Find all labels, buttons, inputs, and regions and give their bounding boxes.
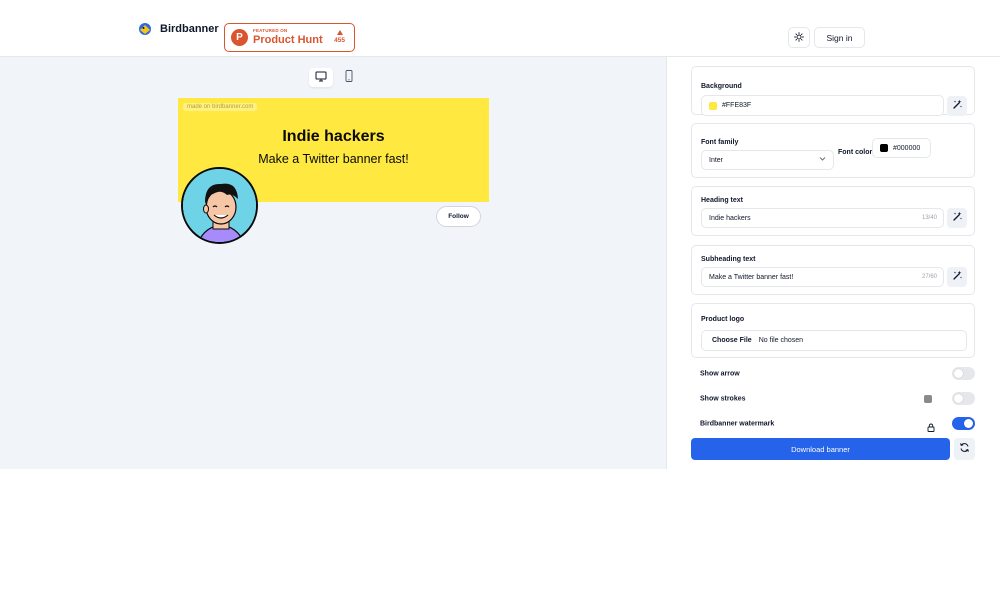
stroke-color-swatch[interactable]	[924, 395, 932, 403]
watermark-label: Birdbanner watermark	[700, 420, 775, 428]
show-arrow-switch[interactable]	[952, 367, 975, 380]
show-strokes-switch[interactable]	[952, 392, 975, 405]
sun-icon	[794, 29, 804, 47]
watermark-switch[interactable]	[952, 417, 975, 430]
desktop-icon	[315, 69, 327, 87]
subheading-text-counter: 27/60	[921, 274, 937, 280]
follow-button[interactable]: Follow	[436, 206, 481, 227]
mobile-icon	[345, 69, 353, 87]
magic-wand-icon	[952, 268, 963, 286]
brand[interactable]: Birdbanner	[137, 21, 219, 37]
product-hunt-name: Product Hunt	[253, 33, 323, 46]
choose-file-button[interactable]: Choose File	[712, 337, 752, 344]
show-strokes-row: Show strokes	[700, 392, 975, 406]
subheading-text-input[interactable]: Make a Twitter banner fast! 27/60	[701, 267, 944, 287]
show-arrow-row: Show arrow	[700, 367, 975, 381]
avatar	[181, 167, 258, 244]
font-color-swatch	[880, 144, 888, 152]
product-logo-label: Product logo	[701, 316, 745, 323]
sign-in-button[interactable]: Sign in	[814, 27, 865, 48]
chevron-down-icon	[819, 157, 826, 164]
refresh-icon	[959, 440, 970, 458]
magic-wand-icon	[952, 97, 963, 115]
theme-toggle-button[interactable]	[788, 27, 810, 48]
background-card: Background #FFE83F	[691, 66, 975, 116]
subheading-text-value: Make a Twitter banner fast!	[709, 273, 794, 281]
heading-text-counter: 13/40	[921, 215, 937, 221]
device-toggle	[309, 68, 361, 87]
background-color-input[interactable]: #FFE83F	[701, 95, 944, 116]
font-family-value: Inter	[709, 156, 724, 164]
product-hunt-logo-icon: P	[231, 29, 248, 46]
heading-card: Heading text Indie hackers 13/40	[691, 186, 975, 236]
font-card: Font family Inter Font color #000000	[691, 123, 975, 178]
background-random-button[interactable]	[947, 96, 967, 116]
banner-preview: made on birdbanner.com Indie hackers Mak…	[178, 98, 489, 244]
heading-random-button[interactable]	[947, 208, 967, 228]
subheading-random-button[interactable]	[947, 267, 967, 287]
file-status: No file chosen	[758, 337, 804, 344]
banner-subheading: Make a Twitter banner fast!	[258, 152, 409, 166]
watermark-tag: made on birdbanner.com	[183, 103, 258, 111]
font-color-input[interactable]: #000000	[872, 138, 931, 158]
font-color-label: Font color	[838, 149, 873, 156]
product-hunt-votes: 455	[334, 37, 345, 45]
subheading-text-label: Subheading text	[701, 256, 756, 263]
font-color-value: #000000	[893, 144, 921, 152]
desktop-view-button[interactable]	[309, 68, 333, 87]
lock-icon	[927, 419, 935, 437]
brand-logo-icon	[137, 21, 153, 37]
show-strokes-label: Show strokes	[700, 395, 746, 403]
banner-heading: Indie hackers	[282, 128, 385, 145]
upvote-triangle-icon	[336, 30, 343, 36]
product-hunt-badge[interactable]: P FEATURED ON Product Hunt 455	[224, 23, 355, 52]
product-logo-card: Product logo Choose File No file chosen	[691, 303, 975, 358]
subheading-card: Subheading text Make a Twitter banner fa…	[691, 245, 975, 295]
preview-area: made on birdbanner.com Indie hackers Mak…	[0, 57, 667, 469]
heading-text-input[interactable]: Indie hackers 13/40	[701, 208, 944, 228]
heading-text-label: Heading text	[701, 197, 744, 204]
magic-wand-icon	[952, 209, 963, 227]
background-label: Background	[701, 83, 742, 90]
show-arrow-label: Show arrow	[700, 370, 740, 378]
brand-name: Birdbanner	[160, 23, 219, 35]
download-banner-button[interactable]: Download banner	[691, 438, 950, 460]
heading-text-value: Indie hackers	[709, 214, 751, 222]
mobile-view-button[interactable]	[337, 68, 361, 87]
refresh-button[interactable]	[954, 438, 975, 460]
font-family-label: Font family	[701, 139, 739, 146]
background-color-swatch	[709, 101, 717, 110]
product-logo-file-input[interactable]: Choose File No file chosen	[701, 330, 967, 351]
watermark-row: Birdbanner watermark	[700, 417, 975, 432]
font-family-select[interactable]: Inter	[701, 150, 834, 170]
background-color-value: #FFE83F	[722, 102, 752, 109]
header: Birdbanner P FEATURED ON Product Hunt 45…	[0, 0, 1000, 57]
